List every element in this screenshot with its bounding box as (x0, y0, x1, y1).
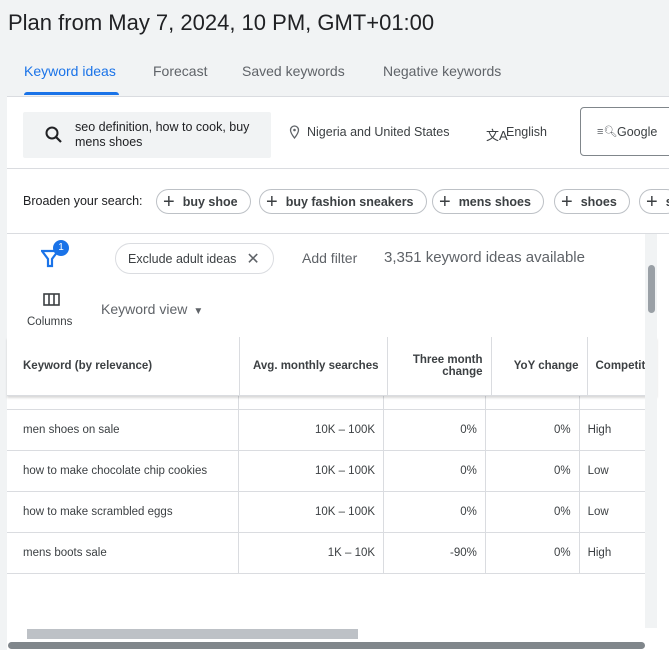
keyword-cell: how to make chocolate chip cookies (7, 450, 239, 492)
tab-negative-keywords[interactable]: Negative keywords (383, 63, 501, 79)
keyword-cell: how to make scrambled eggs (7, 491, 239, 533)
vertical-scrollbar-thumb[interactable] (648, 265, 655, 313)
column-header-yoy-change[interactable]: YoY change (491, 337, 588, 396)
network-selector[interactable]: ≡🔍︎ Google (580, 107, 669, 156)
location-selector[interactable]: Nigeria and United States (307, 125, 449, 139)
keyword-table-body: how to make deviled eggs10K – 100K0%0%Lo… (7, 395, 648, 574)
competition-cell: High (579, 532, 648, 574)
table-body-viewport: how to make deviled eggs10K – 100K0%0%Lo… (7, 395, 648, 628)
chip-label: buy fashion sneakers (285, 194, 414, 209)
search-icon (45, 126, 62, 143)
avg-searches-cell: 10K – 100K (238, 491, 385, 533)
tab-keyword-ideas[interactable]: Keyword ideas (24, 63, 116, 79)
avg-searches-cell: 10K – 100K (238, 450, 385, 492)
column-header-avg-monthly-searches[interactable]: Avg. monthly searches (239, 337, 388, 396)
avg-searches-cell: 1K – 10K (238, 532, 385, 574)
chip-label: shoes (580, 194, 617, 209)
broaden-label: Broaden your search: (23, 194, 143, 208)
broaden-chip[interactable]: + shoes (554, 189, 630, 214)
close-icon[interactable]: ✕ (246, 249, 259, 269)
competition-cell: Low (579, 450, 648, 492)
page-title: Plan from May 7, 2024, 10 PM, GMT+01:00 (8, 10, 435, 35)
active-tab-indicator (24, 92, 119, 95)
keyword-view-dropdown[interactable]: Keyword view ▼ (101, 301, 203, 317)
columns-icon[interactable] (43, 293, 60, 306)
table-row[interactable]: how to make scrambled eggs 10K – 100K 0% 0%… (7, 491, 648, 533)
yoy-change-cell: 0% (485, 409, 580, 451)
avg-searches-cell: 10K – 100K (238, 409, 385, 451)
three-month-change-cell: 0% (383, 491, 486, 533)
horizontal-scrollbar-thumb[interactable] (27, 629, 358, 639)
three-month-change-cell: 0% (383, 450, 486, 492)
column-header-keyword[interactable]: Keyword (by relevance) (7, 337, 240, 396)
three-month-change-cell: 0% (383, 395, 486, 410)
yoy-change-cell: 0% (485, 450, 580, 492)
translate-icon: 文A (486, 128, 508, 143)
view-label: Keyword view (101, 301, 188, 317)
add-filter-button[interactable]: Add filter (302, 250, 357, 266)
table-row[interactable]: how to make chocolate chip cookies 10K – … (7, 450, 648, 492)
search-input[interactable]: seo definition, how to cook, buy mens sh… (23, 112, 271, 158)
chip-label: buy shoe (182, 194, 238, 209)
tab-saved-keywords[interactable]: Saved keywords (242, 63, 345, 79)
table-row[interactable]: men shoes on sale 10K – 100K 0% 0% High (7, 409, 648, 451)
dropdown-arrow-icon: ▼ (193, 306, 204, 317)
table-row[interactable]: mens boots sale 1K – 10K -90% 0% High (7, 532, 648, 574)
competition-cell: High (579, 409, 648, 451)
competition-cell: Low (579, 491, 648, 533)
columns-label[interactable]: Columns (27, 316, 72, 328)
broaden-chip[interactable]: + buy shoe (156, 189, 251, 214)
yoy-change-cell: 0% (485, 532, 580, 574)
keyword-cell: how to cook bacon in the oven (7, 395, 239, 410)
divider (7, 233, 669, 234)
keyword-cell: mens boots sale (7, 532, 239, 574)
three-month-change-cell: -90% (383, 532, 486, 574)
keyword-cell: men shoes on sale (7, 409, 239, 451)
yoy-change-cell: 0% (485, 491, 580, 533)
broaden-chip[interactable]: + buy fashion sneakers (259, 189, 427, 214)
table-row[interactable]: how to cook bacon in the oven100K – 1M0%… (7, 395, 648, 410)
search-network-icon: ≡🔍︎ (597, 126, 618, 138)
search-text: seo definition, how to cook, buy mens sh… (75, 120, 250, 149)
three-month-change-cell: 0% (383, 409, 486, 451)
filter-count-badge: 1 (53, 240, 69, 256)
keyword-table-header: Keyword (by relevance) Avg. monthly sear… (7, 337, 657, 396)
network-label: Google (617, 125, 658, 139)
column-header-three-month-change[interactable]: Three month change (387, 337, 492, 396)
keyword-count: 3,351 keyword ideas available (384, 249, 585, 266)
broaden-chip[interactable]: +s (639, 189, 669, 214)
exclude-adult-filter-chip[interactable]: Exclude adult ideas ✕ (115, 243, 274, 274)
broaden-chip[interactable]: + mens shoes (432, 189, 544, 214)
yoy-change-cell: 0% (485, 395, 580, 410)
page-horizontal-scrollbar[interactable] (8, 642, 645, 649)
tab-forecast[interactable]: Forecast (153, 63, 207, 79)
language-selector[interactable]: English (506, 125, 547, 139)
competition-cell: Low (579, 395, 648, 410)
chip-label: mens shoes (458, 194, 531, 209)
location-pin-icon (289, 125, 300, 139)
chip-label: Exclude adult ideas (128, 251, 237, 266)
avg-searches-cell: 100K – 1M (238, 395, 385, 410)
divider (7, 168, 669, 169)
